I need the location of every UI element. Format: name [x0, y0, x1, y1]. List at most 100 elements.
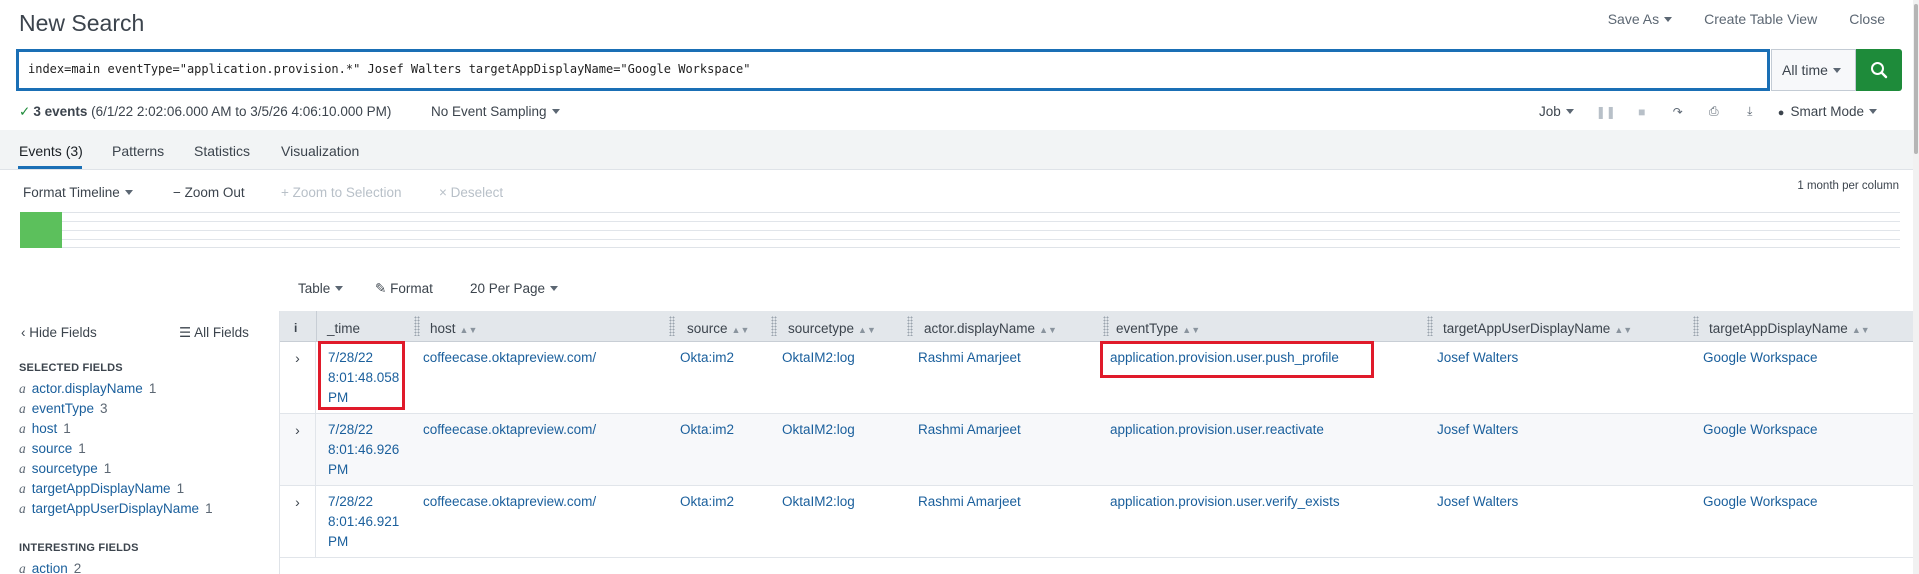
- active-tab-indicator: [18, 166, 82, 169]
- zoom-to-selection-button[interactable]: + Zoom to Selection: [281, 185, 401, 200]
- search-mode-label: Smart Mode: [1790, 104, 1864, 119]
- time-range-picker[interactable]: All time: [1771, 49, 1856, 91]
- cell-target-app-user[interactable]: Josef Walters: [1437, 420, 1518, 440]
- cell-source[interactable]: Okta:im2: [680, 492, 734, 512]
- column-drag-handle[interactable]: [907, 316, 913, 336]
- chevron-down-icon: [1664, 17, 1673, 22]
- format-button[interactable]: ✎ Format: [375, 281, 433, 297]
- column-drag-handle[interactable]: [414, 316, 420, 336]
- cell-target-app[interactable]: Google Workspace: [1703, 420, 1818, 440]
- column-header-source[interactable]: source ▲▼: [687, 321, 749, 336]
- cell-target-app[interactable]: Google Workspace: [1703, 492, 1818, 512]
- sort-icon: ▲▼: [1039, 325, 1057, 335]
- pause-icon[interactable]: ❚❚: [1588, 105, 1624, 119]
- tab-statistics[interactable]: Statistics: [194, 143, 250, 159]
- format-timeline-menu[interactable]: Format Timeline: [23, 185, 133, 200]
- search-input[interactable]: index=main eventType="application.provis…: [16, 49, 1770, 91]
- format-label: Format: [390, 281, 433, 296]
- column-drag-handle[interactable]: [1693, 316, 1699, 336]
- save-as-menu[interactable]: Save As: [1608, 11, 1673, 27]
- cell-actor[interactable]: Rashmi Amarjeet: [918, 420, 1021, 440]
- cell-actor[interactable]: Rashmi Amarjeet: [918, 348, 1021, 368]
- row-expand-toggle[interactable]: ›: [280, 486, 316, 558]
- per-page-label: 20 Per Page: [470, 281, 546, 296]
- column-header-actor[interactable]: actor.displayName ▲▼: [924, 321, 1057, 336]
- print-icon[interactable]: ⎙: [1696, 104, 1732, 119]
- cell-sourcetype[interactable]: OktaIM2:log: [782, 420, 855, 440]
- tabs-divider: [0, 169, 1919, 170]
- column-header-target-app-user[interactable]: targetAppUserDisplayName ▲▼: [1443, 321, 1632, 336]
- cell-host[interactable]: coffeecase.oktapreview.com/: [423, 420, 596, 440]
- column-drag-handle[interactable]: [1103, 316, 1109, 336]
- job-menu[interactable]: Job: [1539, 104, 1574, 119]
- event-sampling-dropdown[interactable]: No Event Sampling: [431, 104, 560, 119]
- chevron-down-icon: [335, 286, 344, 291]
- field-item[interactable]: a actor.displayName 1: [19, 381, 156, 397]
- export-icon[interactable]: ⤓: [1732, 104, 1768, 119]
- cell-eventtype[interactable]: application.provision.user.push_profile: [1110, 348, 1339, 368]
- cell-sourcetype[interactable]: OktaIM2:log: [782, 348, 855, 368]
- timeline-scale-label: 1 month per column: [1797, 180, 1899, 192]
- search-status: ✓ 3 events (6/1/22 2:02:06.000 AM to 3/5/…: [19, 104, 391, 120]
- field-item[interactable]: a host 1: [19, 421, 71, 437]
- field-item[interactable]: a sourcetype 1: [19, 461, 111, 477]
- event-time[interactable]: 7/28/22 8:01:46.921 PM: [328, 492, 399, 552]
- event-sampling-label: No Event Sampling: [431, 104, 547, 119]
- cell-sourcetype[interactable]: OktaIM2:log: [782, 492, 855, 512]
- chevron-down-icon: [1868, 109, 1877, 114]
- all-fields-button[interactable]: ☰ All Fields: [179, 325, 249, 341]
- tab-events[interactable]: Events (3): [19, 143, 83, 159]
- field-item[interactable]: a action 2: [19, 561, 81, 574]
- interesting-fields-title: INTERESTING FIELDS: [19, 542, 139, 554]
- row-expand-toggle[interactable]: ›: [280, 342, 316, 414]
- create-table-view-link[interactable]: Create Table View: [1704, 11, 1817, 27]
- per-page-menu[interactable]: 20 Per Page: [470, 281, 559, 296]
- cell-target-app[interactable]: Google Workspace: [1703, 348, 1818, 368]
- cell-host[interactable]: coffeecase.oktapreview.com/: [423, 492, 596, 512]
- cell-source[interactable]: Okta:im2: [680, 420, 734, 440]
- cell-eventtype[interactable]: application.provision.user.reactivate: [1110, 420, 1324, 440]
- field-item[interactable]: a eventType 3: [19, 401, 108, 417]
- job-label: Job: [1539, 104, 1561, 119]
- zoom-out-button[interactable]: − Zoom Out: [173, 185, 245, 200]
- column-header-eventtype[interactable]: eventType ▲▼: [1116, 321, 1200, 336]
- field-item[interactable]: a source 1: [19, 441, 86, 457]
- chevron-down-icon: [124, 190, 133, 195]
- event-time[interactable]: 7/28/22 8:01:46.926 PM: [328, 420, 399, 480]
- cell-target-app-user[interactable]: Josef Walters: [1437, 348, 1518, 368]
- view-type-menu[interactable]: Table: [298, 281, 344, 296]
- close-link[interactable]: Close: [1849, 11, 1885, 27]
- cell-target-app-user[interactable]: Josef Walters: [1437, 492, 1518, 512]
- cell-host[interactable]: coffeecase.oktapreview.com/: [423, 348, 596, 368]
- scrollbar-thumb[interactable]: [1914, 4, 1918, 154]
- deselect-button[interactable]: × Deselect: [439, 185, 503, 200]
- tab-visualization[interactable]: Visualization: [281, 143, 359, 159]
- column-header-time[interactable]: _time: [327, 321, 360, 336]
- column-drag-handle[interactable]: [669, 316, 675, 336]
- format-timeline-label: Format Timeline: [23, 185, 120, 200]
- tab-patterns[interactable]: Patterns: [112, 143, 164, 159]
- field-item[interactable]: a targetAppUserDisplayName 1: [19, 501, 213, 517]
- stop-icon[interactable]: ■: [1624, 105, 1660, 119]
- column-header-host[interactable]: host ▲▼: [430, 321, 477, 336]
- share-icon[interactable]: ↷: [1660, 105, 1696, 119]
- column-drag-handle[interactable]: [1427, 316, 1433, 336]
- column-header-target-app[interactable]: targetAppDisplayName ▲▼: [1709, 321, 1870, 336]
- hide-fields-button[interactable]: ‹ Hide Fields: [21, 325, 97, 340]
- cell-actor[interactable]: Rashmi Amarjeet: [918, 492, 1021, 512]
- timeline-gridline: [62, 239, 1900, 240]
- zoom-selection-label: Zoom to Selection: [292, 185, 402, 200]
- search-query-text[interactable]: index=main eventType="application.provis…: [28, 62, 750, 76]
- field-item[interactable]: a targetAppDisplayName 1: [19, 481, 184, 497]
- search-mode-menu[interactable]: ● Smart Mode: [1778, 104, 1877, 119]
- sort-icon: ▲▼: [731, 325, 750, 335]
- row-expand-toggle[interactable]: ›: [280, 414, 316, 486]
- zoom-out-label: Zoom Out: [184, 185, 245, 200]
- column-header-sourcetype[interactable]: sourcetype ▲▼: [788, 321, 876, 336]
- cell-source[interactable]: Okta:im2: [680, 348, 734, 368]
- cell-eventtype[interactable]: application.provision.user.verify_exists: [1110, 492, 1340, 512]
- event-time[interactable]: 7/28/22 8:01:48.058 PM: [328, 348, 399, 408]
- timeline-bar[interactable]: [20, 212, 62, 248]
- column-drag-handle[interactable]: [771, 316, 777, 336]
- search-button[interactable]: [1856, 49, 1902, 91]
